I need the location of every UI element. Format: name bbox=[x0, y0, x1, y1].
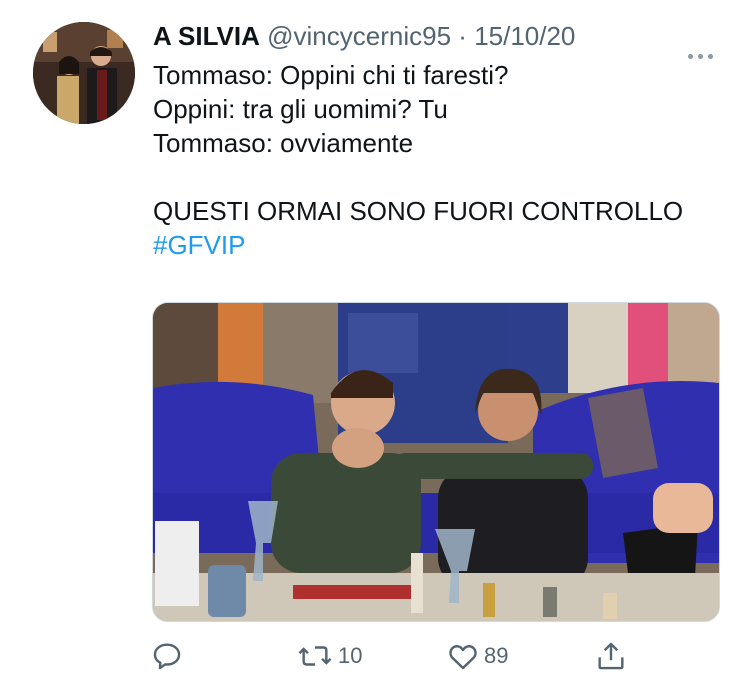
tweet-actions: 10 89 bbox=[150, 638, 630, 674]
tweet-line: Tommaso: ovviamente bbox=[153, 128, 414, 158]
reply-icon bbox=[153, 643, 181, 670]
avatar[interactable] bbox=[33, 22, 135, 124]
tweet-text: Tommaso: Oppini chi ti faresti? Oppini: … bbox=[153, 58, 713, 262]
like-button[interactable]: 89 bbox=[446, 638, 508, 674]
share-icon bbox=[598, 642, 624, 670]
retweet-button[interactable]: 10 bbox=[296, 638, 362, 674]
timestamp[interactable]: 15/10/20 bbox=[474, 21, 575, 51]
tweet-media[interactable] bbox=[152, 302, 720, 622]
separator: · bbox=[458, 21, 467, 51]
tweet-final-line: QUESTI ORMAI SONO FUORI CONTROLLO #GFVIP bbox=[153, 194, 713, 262]
handle[interactable]: @vincycernic95 bbox=[267, 21, 451, 51]
retweet-count: 10 bbox=[338, 643, 363, 668]
tweet-header: A SILVIA @vincycernic95 · 15/10/20 bbox=[153, 18, 730, 59]
more-horizontal-icon[interactable] bbox=[688, 32, 722, 59]
tweet-final-text: QUESTI ORMAI SONO FUORI CONTROLLO bbox=[153, 196, 684, 226]
display-name[interactable]: A SILVIA bbox=[153, 21, 260, 51]
avatar-image bbox=[33, 22, 135, 124]
share-button[interactable] bbox=[594, 638, 628, 674]
retweet-icon bbox=[298, 646, 332, 666]
tweet-line: Oppini: tra gli uomimi? Tu bbox=[153, 94, 448, 124]
reply-button[interactable] bbox=[150, 638, 188, 674]
heart-icon bbox=[449, 645, 477, 670]
hashtag-link[interactable]: #GFVIP bbox=[153, 230, 245, 260]
like-count: 89 bbox=[484, 643, 509, 668]
media-image bbox=[153, 303, 719, 621]
tweet-line: Tommaso: Oppini chi ti faresti? bbox=[153, 60, 509, 90]
